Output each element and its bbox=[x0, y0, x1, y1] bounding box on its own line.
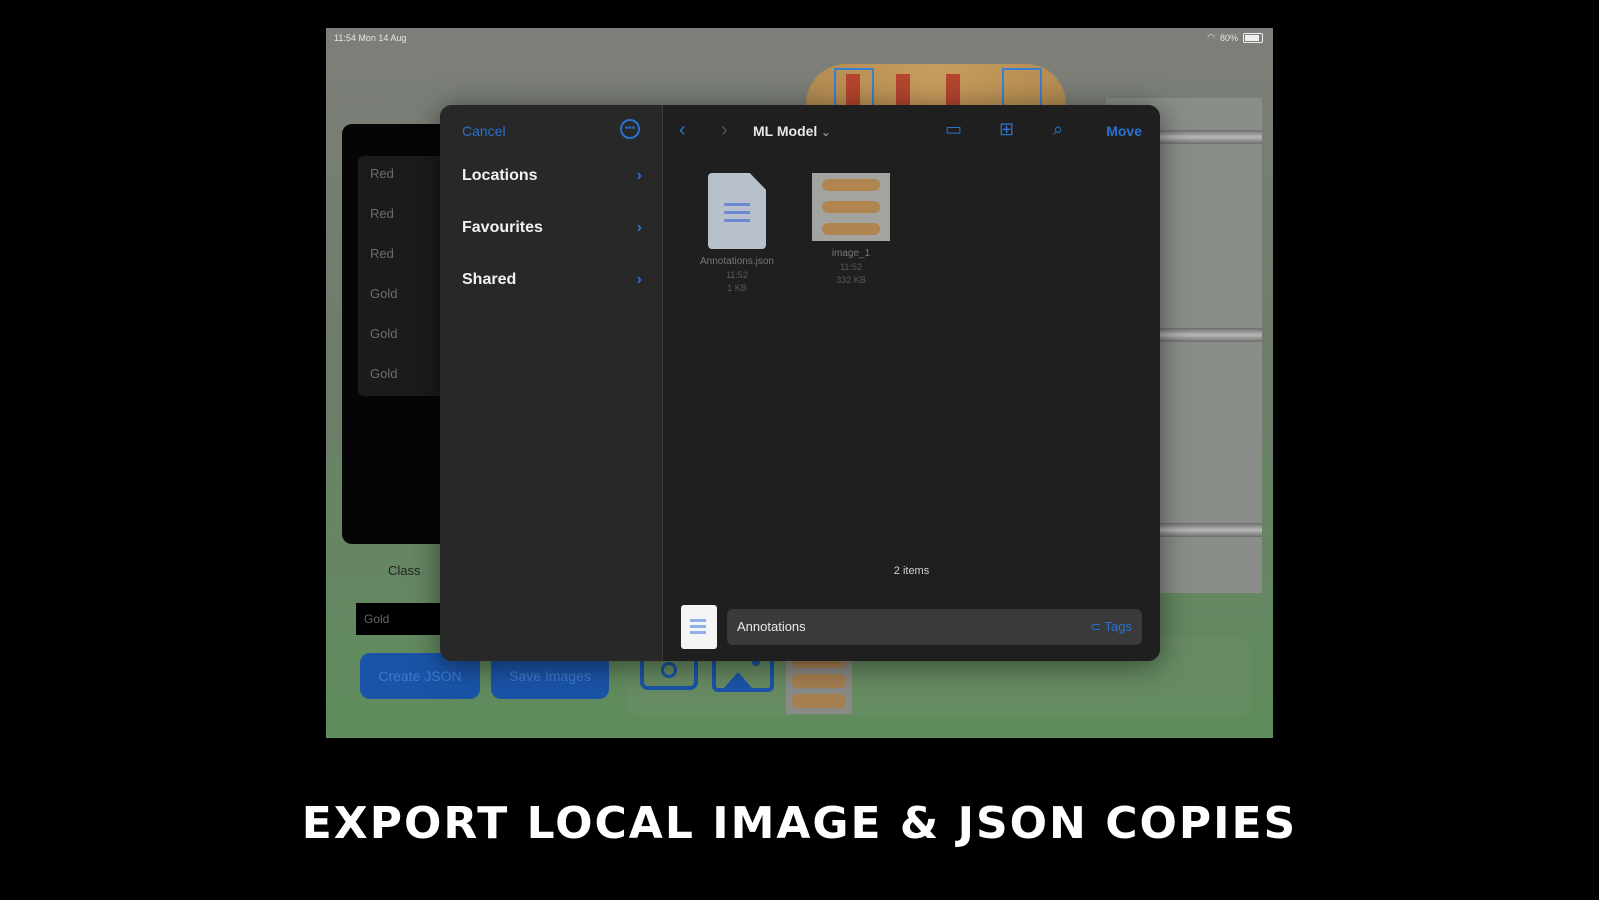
tags-button[interactable]: ⊂ Tags bbox=[1090, 609, 1132, 645]
sidebar-item-label: Shared bbox=[462, 271, 517, 288]
caption: EXPORT LOCAL IMAGE & JSON COPIES bbox=[301, 798, 1298, 849]
file-size: 1 KB bbox=[727, 283, 747, 293]
move-button[interactable]: Move bbox=[1106, 123, 1142, 139]
sidebar-item-locations[interactable]: Locations › bbox=[462, 167, 642, 185]
document-icon bbox=[708, 173, 766, 249]
wifi-icon: ◠ bbox=[1207, 32, 1215, 42]
class-item[interactable]: Gold bbox=[370, 366, 397, 381]
folder-title-text: ML Model bbox=[753, 123, 818, 139]
chevron-right-icon: › bbox=[636, 271, 642, 288]
tags-label: Tags bbox=[1104, 619, 1132, 634]
filename-input[interactable]: Annotations ⊂ Tags bbox=[727, 609, 1142, 645]
class-item[interactable]: Red bbox=[370, 246, 394, 261]
chevron-down-icon: ⌄ bbox=[821, 127, 831, 139]
file-time: 11:52 bbox=[726, 270, 748, 280]
back-icon[interactable]: ‹ bbox=[679, 119, 686, 142]
class-item[interactable]: Gold bbox=[370, 326, 397, 341]
folder-title[interactable]: ML Model ⌄ bbox=[753, 123, 831, 139]
sidebar-item-label: Locations bbox=[462, 167, 538, 184]
file-save-dialog: Cancel ••• Locations › Favourites › Shar… bbox=[440, 105, 1160, 661]
sidebar-item-label: Favourites bbox=[462, 219, 543, 236]
more-options-icon[interactable]: ••• bbox=[620, 119, 640, 139]
tag-icon: ⊂ bbox=[1090, 619, 1105, 634]
search-icon[interactable]: ⌕ bbox=[1053, 119, 1063, 140]
status-time: 11:54 Mon 14 Aug bbox=[334, 33, 407, 43]
filename-value: Annotations bbox=[737, 619, 806, 634]
class-item[interactable]: Gold bbox=[370, 286, 397, 301]
forward-icon[interactable]: › bbox=[721, 119, 728, 142]
sidebar-item-shared[interactable]: Shared › bbox=[462, 271, 642, 289]
file-name: image_1 bbox=[831, 248, 871, 259]
class-item[interactable]: Red bbox=[370, 166, 394, 181]
status-right: ◠ 80% bbox=[1207, 32, 1263, 43]
file-time: 11:52 bbox=[840, 262, 862, 272]
save-row: Annotations ⊂ Tags bbox=[681, 605, 1142, 649]
resistor-thumb bbox=[792, 674, 846, 688]
sidebar-item-favourites[interactable]: Favourites › bbox=[462, 219, 642, 237]
chevron-right-icon: › bbox=[636, 219, 642, 236]
grid-view-icon[interactable]: ⊞ bbox=[999, 119, 1014, 140]
file-item[interactable]: image_1 11:52 332 KB bbox=[801, 173, 901, 287]
cancel-button[interactable]: Cancel bbox=[462, 123, 506, 139]
battery-percent: 80% bbox=[1219, 32, 1238, 43]
file-item[interactable]: Annotations.json 11:52 1 KB bbox=[687, 173, 787, 295]
document-thumbnail-icon bbox=[681, 605, 717, 649]
file-browser: ‹ › ML Model ⌄ ▭ ⊞ ⌕ Move Annotations.jso… bbox=[663, 105, 1160, 661]
battery-icon bbox=[1243, 32, 1263, 43]
dialog-sidebar: Cancel ••• Locations › Favourites › Shar… bbox=[440, 105, 663, 661]
chevron-right-icon: › bbox=[636, 167, 642, 184]
resistor-thumb bbox=[792, 694, 846, 708]
image-thumbnail-icon bbox=[812, 173, 890, 241]
file-name: Annotations.json bbox=[700, 256, 774, 267]
file-size: 332 KB bbox=[836, 275, 866, 285]
class-item[interactable]: Red bbox=[370, 206, 394, 221]
new-folder-icon[interactable]: ▭ bbox=[945, 119, 962, 140]
class-label: Class bbox=[388, 563, 421, 578]
item-count: 2 items bbox=[893, 565, 930, 577]
status-bar: 11:54 Mon 14 Aug ◠ 80% bbox=[326, 28, 1273, 48]
